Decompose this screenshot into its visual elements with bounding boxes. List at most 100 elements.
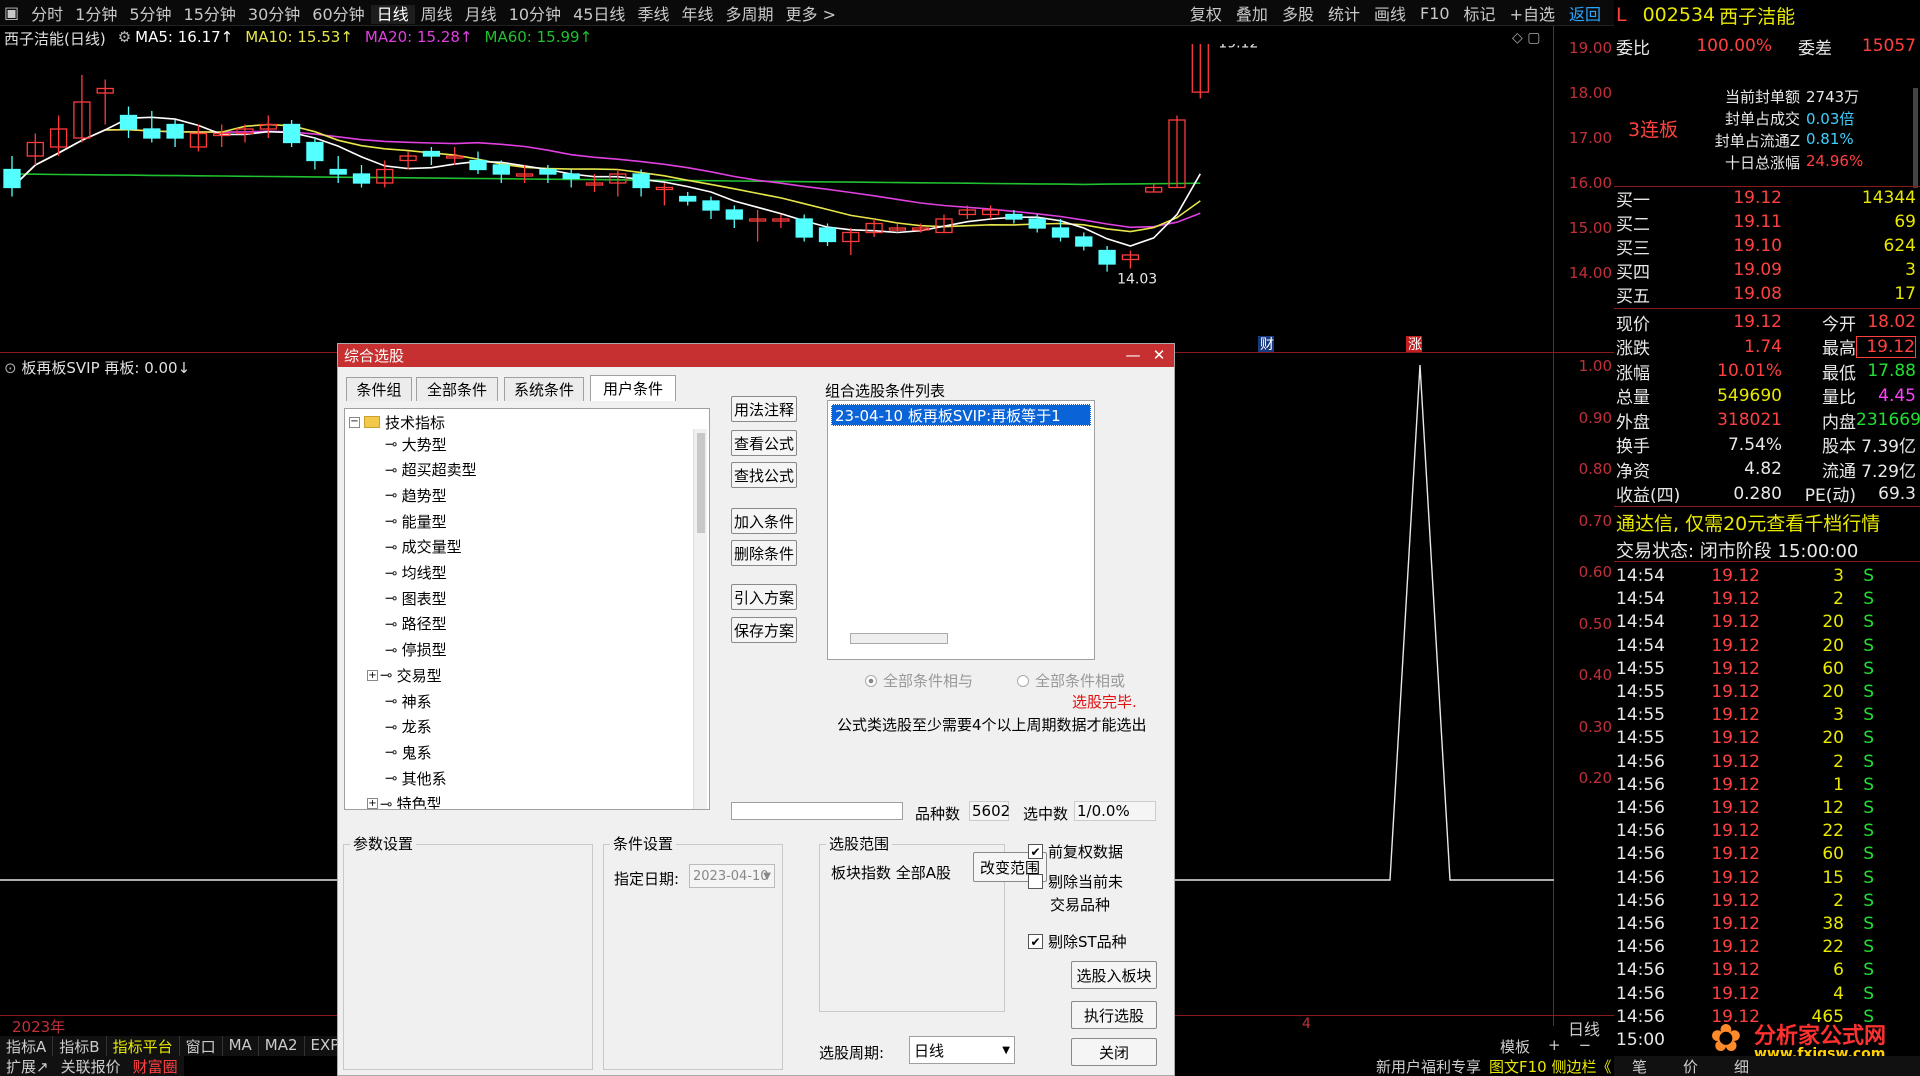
tree-item[interactable]: ⊸ 其他系 xyxy=(371,767,447,789)
tree-item[interactable]: ⊸ 鬼系 xyxy=(371,741,432,763)
zoom-out-button[interactable]: − xyxy=(1579,1036,1592,1057)
period-tab[interactable]: 月线 xyxy=(459,5,503,24)
tree-scrollbar[interactable] xyxy=(693,429,707,809)
bid-row[interactable]: 买一 19.12 14344 xyxy=(1616,186,1918,211)
toolbar-button[interactable]: 统计 xyxy=(1321,1,1367,25)
expand-icon[interactable]: + xyxy=(367,669,378,681)
tree-item[interactable]: + ⊸ 交易型 xyxy=(367,664,442,686)
indicator-tab[interactable]: MA2 xyxy=(259,1036,305,1056)
radio-and[interactable]: 全部条件相与 xyxy=(865,670,973,691)
indicator-tab[interactable]: 指标平台 xyxy=(107,1036,180,1056)
zoom-in-button[interactable]: + xyxy=(1548,1036,1561,1057)
formula-action-button[interactable]: 查找公式 xyxy=(731,462,797,488)
formula-action-button[interactable]: 用法注释 xyxy=(731,396,797,422)
bid-row[interactable]: 买四 19.09 3 xyxy=(1616,258,1918,283)
cond-item[interactable]: 23-04-10 板再板SVIP:再板等于1 xyxy=(831,404,1091,426)
stat-value: 69.3 xyxy=(1878,483,1916,504)
cond-list[interactable]: 23-04-10 板再板SVIP:再板等于1 xyxy=(827,400,1095,660)
indicator-tab[interactable]: MA xyxy=(223,1036,259,1056)
formula-action-button[interactable]: 保存方案 xyxy=(731,617,797,643)
tree-item[interactable]: ⊸ 路径型 xyxy=(371,613,447,635)
dialog-tab[interactable]: 系统条件 xyxy=(504,377,584,401)
panel-tab[interactable]: 价 xyxy=(1665,1056,1716,1076)
panel-tab[interactable]: 笔 xyxy=(1614,1056,1665,1076)
period-select-value: 日线 xyxy=(914,1041,945,1060)
period-tab[interactable]: 10分钟 xyxy=(503,5,567,24)
indicator-tab[interactable]: 窗口 xyxy=(180,1036,223,1056)
period-tab[interactable]: 多周期 xyxy=(719,5,779,24)
tree-item[interactable]: ⊸ 能量型 xyxy=(371,510,447,532)
period-tab[interactable]: 更多 > xyxy=(779,5,842,24)
menu-icon[interactable]: ▣ xyxy=(0,3,25,22)
close-icon[interactable]: ✕ xyxy=(1146,344,1172,367)
tree-item-label: 神系 xyxy=(401,692,432,711)
period-tab[interactable]: 30分钟 xyxy=(242,5,306,24)
formula-action-button[interactable]: 引入方案 xyxy=(731,584,797,610)
period-tab[interactable]: 日线 xyxy=(370,4,415,24)
toolbar-button[interactable]: 叠加 xyxy=(1229,1,1275,25)
tree-item[interactable]: + ⊸ 特色型 xyxy=(367,793,442,809)
candlestick-chart[interactable]: 19.12 14.03 财 涨 xyxy=(0,44,1554,354)
formula-action-button[interactable]: 加入条件 xyxy=(731,508,797,534)
chk-fuquan[interactable]: ✔ 前复权数据 xyxy=(1028,841,1123,862)
minimize-icon[interactable]: — xyxy=(1120,344,1146,367)
tree-root[interactable]: − 技术指标 xyxy=(349,411,445,433)
chk-st[interactable]: ✔ 剔除ST品种 xyxy=(1028,931,1127,952)
period-tab[interactable]: 年线 xyxy=(675,5,719,24)
period-tab[interactable]: 5分钟 xyxy=(123,5,177,24)
formula-action-button[interactable]: 查看公式 xyxy=(731,430,797,456)
indicator-tree[interactable]: − 技术指标 ⊸ 大势型 ⊸ 超买超卖型 ⊸ 趋势型 ⊸ 能量型 ⊸ 成交量型 ⊸ 均线型 ⊸ 图表型 ⊸ 路… xyxy=(344,408,710,810)
close-button[interactable]: 关闭 xyxy=(1071,1038,1157,1066)
formula-action-button[interactable]: 删除条件 xyxy=(731,540,797,566)
panel-scrollbar[interactable] xyxy=(1913,88,1918,188)
tree-item[interactable]: ⊸ 图表型 xyxy=(371,587,447,609)
dialog-tab[interactable]: 条件组 xyxy=(346,377,412,401)
tree-item[interactable]: ⊸ 超买超卖型 xyxy=(371,459,477,481)
collapse-icon[interactable]: − xyxy=(349,416,360,428)
tree-item[interactable]: ⊸ 神系 xyxy=(371,690,432,712)
to-block-button[interactable]: 选股入板块 xyxy=(1071,961,1157,989)
tree-item[interactable]: ⊸ 均线型 xyxy=(371,562,447,584)
expand-icon[interactable]: + xyxy=(367,798,378,809)
toolbar-button[interactable]: F10 xyxy=(1413,4,1457,23)
tree-item[interactable]: ⊸ 龙系 xyxy=(371,716,432,738)
period-tab[interactable]: 分时 xyxy=(25,5,69,24)
chk-untraded[interactable]: 剔除当前未 交易品种 xyxy=(1028,871,1123,915)
templates-button[interactable]: 模板 xyxy=(1500,1036,1530,1057)
cond-hscroll[interactable] xyxy=(850,633,948,644)
period-tab[interactable]: 45日线 xyxy=(567,5,631,24)
bid-row[interactable]: 买五 19.08 17 xyxy=(1616,282,1918,307)
dialog-tab[interactable]: 全部条件 xyxy=(416,377,498,401)
extension-tab[interactable]: 财富圈 xyxy=(127,1056,184,1076)
period-tab[interactable]: 季线 xyxy=(631,5,675,24)
tree-item[interactable]: ⊸ 成交量型 xyxy=(371,536,462,558)
run-button[interactable]: 执行选股 xyxy=(1071,1001,1157,1029)
date-picker[interactable]: 2023-04-10 ▼ xyxy=(689,864,775,888)
bid-row[interactable]: 买二 19.11 69 xyxy=(1616,210,1918,235)
toolbar-button[interactable]: +自选 xyxy=(1503,1,1562,25)
indicator-tab[interactable]: 指标B xyxy=(53,1036,107,1056)
period-tab[interactable]: 15分钟 xyxy=(178,5,242,24)
sidebar-links[interactable]: 图文F10 侧边栏《 xyxy=(1489,1056,1611,1076)
period-tab[interactable]: 60分钟 xyxy=(306,5,370,24)
dialog-titlebar[interactable]: 综合选股 — ✕ xyxy=(338,344,1174,367)
toolbar-button[interactable]: 标记 xyxy=(1457,1,1503,25)
promo-link[interactable]: 新用户福利专享 xyxy=(1376,1056,1481,1076)
period-tab[interactable]: 周线 xyxy=(415,5,459,24)
toolbar-button[interactable]: 复权 xyxy=(1183,1,1229,25)
panel-tab[interactable]: 细 xyxy=(1716,1056,1767,1076)
dialog-tab[interactable]: 用户条件 xyxy=(590,375,676,401)
extension-tab[interactable]: 扩展↗ xyxy=(0,1056,55,1076)
tree-item[interactable]: ⊸ 大势型 xyxy=(371,433,447,455)
period-tab[interactable]: 1分钟 xyxy=(69,5,123,24)
ad-banner[interactable]: 通达信, 仅需20元查看千档行情 xyxy=(1616,509,1880,536)
bid-row[interactable]: 买三 19.10 624 xyxy=(1616,234,1918,259)
extension-tab[interactable]: 关联报价 xyxy=(55,1056,127,1076)
tree-item[interactable]: ⊸ 停损型 xyxy=(371,639,447,661)
period-select[interactable]: 日线 ▼ xyxy=(909,1036,1015,1064)
toolbar-button[interactable]: 画线 xyxy=(1367,1,1413,25)
toolbar-button[interactable]: 多股 xyxy=(1275,1,1321,25)
indicator-tab[interactable]: 指标A xyxy=(0,1036,54,1056)
tree-item[interactable]: ⊸ 趋势型 xyxy=(371,484,447,506)
radio-or[interactable]: 全部条件相或 xyxy=(1017,670,1125,691)
